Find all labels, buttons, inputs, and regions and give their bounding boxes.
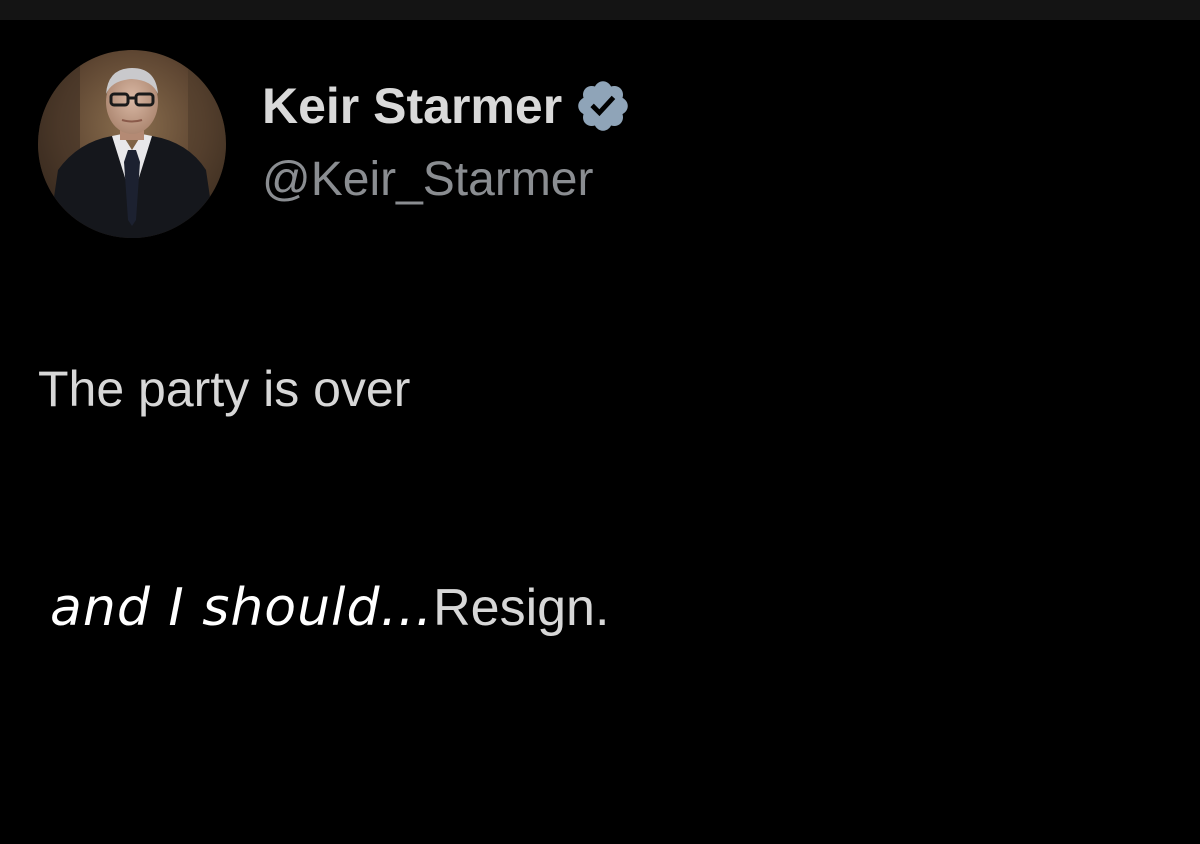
author-name-row: Keir Starmer [262, 74, 632, 138]
top-strip [0, 0, 1200, 20]
avatar[interactable] [38, 50, 226, 238]
edited-overlay-line: and I should... Resign. [50, 582, 609, 642]
overlay-typed-text: Resign. [433, 579, 610, 637]
avatar-photo [38, 50, 226, 238]
author-handle[interactable]: @Keir_Starmer [262, 156, 593, 204]
display-name[interactable]: Keir Starmer [262, 81, 562, 131]
tweet-text: The party is over [38, 361, 411, 417]
tweet-screenshot: Keir Starmer @Keir_Starmer The party is … [0, 0, 1200, 844]
handwritten-overlay-text: and I should... [50, 578, 434, 638]
verified-badge-icon [574, 77, 632, 135]
